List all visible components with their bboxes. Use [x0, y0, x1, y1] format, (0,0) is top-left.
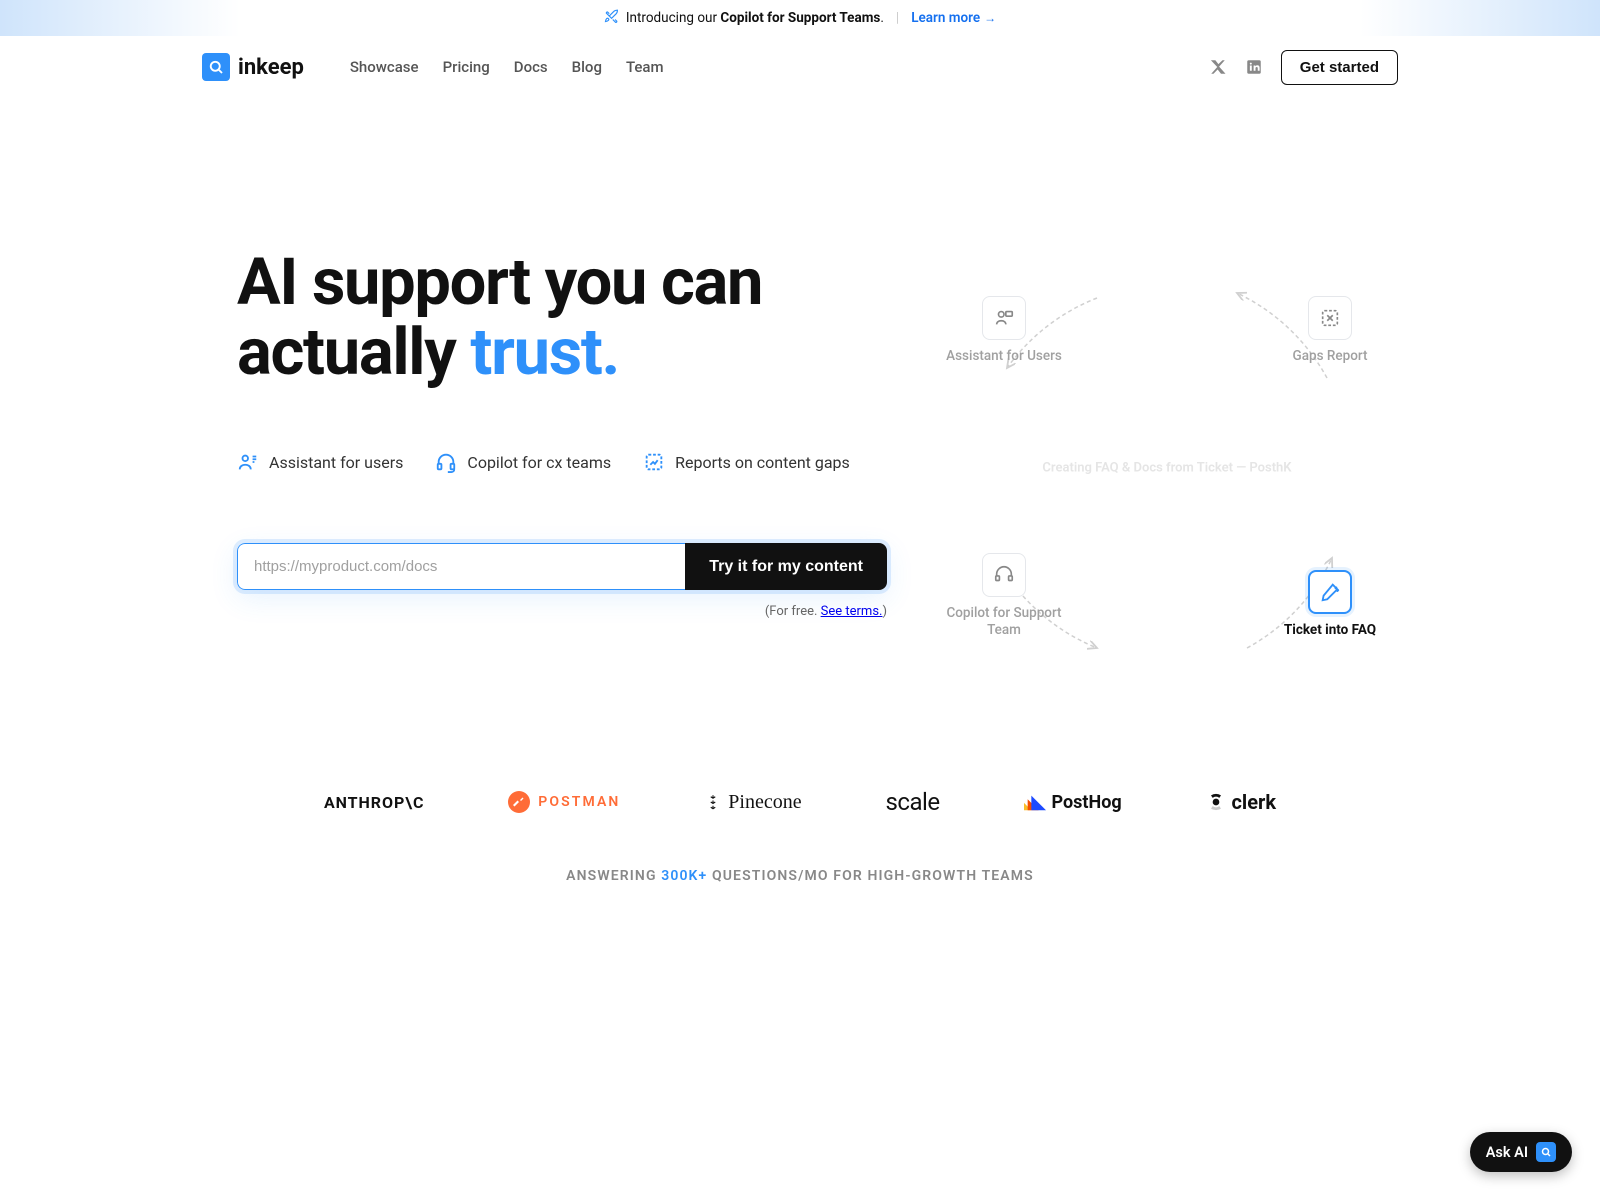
- headset-icon: [435, 451, 457, 473]
- postman-circle-icon: [508, 791, 530, 813]
- headline-accent: trust.: [470, 314, 619, 390]
- tagline-a: Answering: [566, 868, 661, 884]
- feature-a-label: Assistant for users: [269, 453, 403, 472]
- ask-ai-button[interactable]: Ask AI: [1470, 1132, 1572, 1172]
- tagline-highlight: 300K+: [661, 868, 707, 884]
- cycle-node-gaps: Gaps Report: [1265, 296, 1395, 366]
- logo-postman-text: POSTMAN: [538, 794, 620, 810]
- see-terms-link[interactable]: See terms.: [821, 604, 883, 619]
- cycle-tr-label: Gaps Report: [1265, 348, 1395, 366]
- feature-b-label: Copilot for cx teams: [467, 453, 611, 472]
- ask-ai-label: Ask AI: [1486, 1144, 1528, 1161]
- hero-cta: Try it for my content (For free. See ter…: [237, 543, 887, 619]
- hero-section: AI support you can actually trust. Assis…: [205, 98, 1395, 748]
- announce-cta-label: Learn more: [911, 10, 980, 26]
- cycle-br-label: Ticket into FAQ: [1265, 622, 1395, 640]
- primary-nav: Showcase Pricing Docs Blog Team: [350, 58, 664, 76]
- subnote-a: (For free.: [765, 604, 821, 619]
- clerk-icon: [1206, 792, 1226, 812]
- announce-divider: |: [896, 10, 899, 26]
- cycle-node-assistant: Assistant for Users: [939, 296, 1069, 366]
- logo-posthog-text: PostHog: [1052, 792, 1122, 813]
- pinecone-icon: [704, 793, 722, 811]
- rocket-icon: [604, 9, 618, 27]
- cycle-center-text: Creating FAQ & Docs from Ticket — PosthK: [1017, 461, 1317, 476]
- cycle-node-ticket-faq: Ticket into FAQ: [1265, 570, 1395, 640]
- cta-subnote: (For free. See terms.): [237, 604, 887, 619]
- brand-name: inkeep: [238, 55, 304, 80]
- cycle-bl-label: Copilot for Support Team: [939, 605, 1069, 640]
- copilot-node-icon: [982, 553, 1026, 597]
- customer-logos: ANTHROP\C POSTMAN Pinecone scale PostHog…: [250, 788, 1350, 816]
- posthog-icon: [1024, 793, 1046, 811]
- nav-team[interactable]: Team: [626, 58, 664, 76]
- feature-copilot: Copilot for cx teams: [435, 451, 611, 473]
- x-twitter-icon[interactable]: [1209, 58, 1227, 76]
- brand-logo[interactable]: inkeep: [202, 53, 304, 81]
- hero-headline: AI support you can actually trust.: [237, 248, 887, 387]
- subnote-b: ): [882, 604, 887, 619]
- nav-blog[interactable]: Blog: [572, 58, 602, 76]
- logo-pinecone: Pinecone: [704, 791, 801, 814]
- announce-prefix: Introducing our: [626, 10, 721, 26]
- tagline-b: questions/mo for high-growth teams: [707, 868, 1033, 884]
- assistant-node-icon: [982, 296, 1026, 340]
- announce-suffix: .: [880, 10, 884, 26]
- announce-learn-more-link[interactable]: Learn more →: [911, 10, 996, 26]
- hero-cycle-diagram: Creating FAQ & Docs from Ticket — PosthK…: [947, 248, 1387, 688]
- get-started-button[interactable]: Get started: [1281, 50, 1398, 85]
- logo-clerk: clerk: [1206, 790, 1277, 814]
- arrow-right-icon: →: [984, 11, 996, 25]
- headline-line1: AI support you can: [237, 244, 762, 320]
- nav-pricing[interactable]: Pricing: [443, 58, 490, 76]
- feature-c-label: Reports on content gaps: [675, 453, 850, 472]
- ask-ai-icon: [1536, 1142, 1556, 1162]
- assistant-icon: [237, 451, 259, 473]
- docs-url-input[interactable]: [237, 543, 685, 590]
- nav-docs[interactable]: Docs: [514, 58, 548, 76]
- logo-clerk-text: clerk: [1232, 790, 1277, 814]
- feature-assistant: Assistant for users: [237, 451, 403, 473]
- tagline: Answering 300K+ questions/mo for high-gr…: [0, 868, 1600, 884]
- ticket-faq-node-icon: [1308, 570, 1352, 614]
- gaps-node-icon: [1308, 296, 1352, 340]
- linkedin-icon[interactable]: [1245, 58, 1263, 76]
- headline-line2a: actually: [237, 314, 470, 390]
- logo-scale: scale: [885, 788, 939, 816]
- cycle-tl-label: Assistant for Users: [939, 348, 1069, 366]
- announce-bold: Copilot for Support Teams: [720, 10, 880, 26]
- logo-postman: POSTMAN: [508, 791, 620, 813]
- report-icon: [643, 451, 665, 473]
- site-header: inkeep Showcase Pricing Docs Blog Team G…: [170, 36, 1430, 98]
- announcement-bar[interactable]: Introducing our Copilot for Support Team…: [0, 0, 1600, 36]
- cycle-node-copilot: Copilot for Support Team: [939, 553, 1069, 640]
- brand-mark-icon: [202, 53, 230, 81]
- try-content-button[interactable]: Try it for my content: [685, 543, 887, 590]
- feature-gaps: Reports on content gaps: [643, 451, 850, 473]
- logo-anthropic: ANTHROP\C: [324, 793, 424, 812]
- logo-pinecone-text: Pinecone: [728, 791, 801, 814]
- logo-posthog: PostHog: [1024, 792, 1122, 813]
- nav-showcase[interactable]: Showcase: [350, 58, 419, 76]
- hero-features: Assistant for users Copilot for cx teams…: [237, 451, 887, 473]
